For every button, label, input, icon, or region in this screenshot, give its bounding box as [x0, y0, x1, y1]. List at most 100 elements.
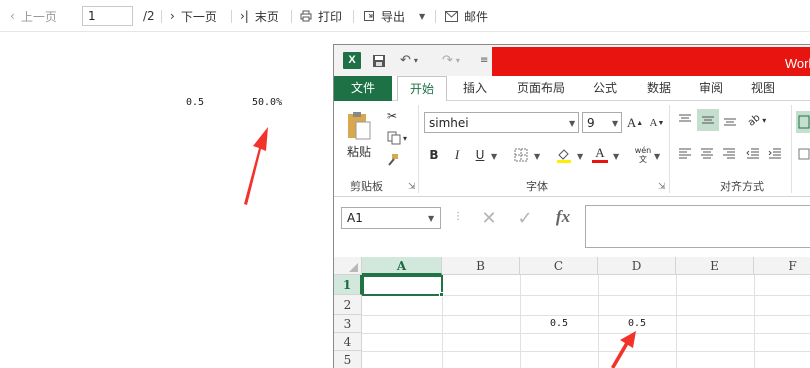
- dialog-launcher-icon[interactable]: ⇲: [658, 182, 666, 192]
- column-header-e[interactable]: E: [676, 257, 754, 275]
- decrease-indent-button[interactable]: [744, 145, 762, 163]
- grow-font-button[interactable]: A ▲: [626, 113, 644, 133]
- cell-d3[interactable]: 0.5: [598, 315, 676, 333]
- row-header-5[interactable]: 5: [334, 351, 362, 368]
- title-bar: X ↶ ▾ ↷ ▾ ≡ Work: [334, 45, 810, 76]
- cell-a1[interactable]: [362, 275, 443, 296]
- underline-button[interactable]: U: [471, 145, 489, 165]
- customize-qat-button[interactable]: ≡: [480, 45, 488, 76]
- chevron-down-icon[interactable]: ▼: [612, 119, 618, 128]
- wrap-text-button[interactable]: [796, 111, 810, 133]
- clipboard-group-label: 剪贴板: [350, 180, 383, 193]
- font-family-select[interactable]: [424, 112, 579, 133]
- paste-icon: [348, 111, 371, 139]
- insert-function-button[interactable]: fx: [550, 206, 576, 228]
- column-header-a[interactable]: A: [362, 257, 442, 275]
- paste-button[interactable]: 粘贴: [342, 107, 376, 163]
- decrease-indent-icon: [746, 148, 759, 159]
- chevron-down-icon[interactable]: ▼: [419, 12, 425, 21]
- report-cell-value: 0.5: [186, 97, 205, 108]
- align-right-icon: [723, 148, 735, 159]
- column-header-d[interactable]: D: [598, 257, 676, 275]
- italic-button[interactable]: I: [449, 145, 465, 165]
- top-align-button[interactable]: [676, 111, 694, 129]
- undo-icon: ↶: [400, 53, 411, 68]
- title-highlight: Work: [492, 47, 810, 76]
- last-page-icon: ›|: [240, 9, 249, 23]
- select-all-corner[interactable]: [334, 257, 362, 275]
- enter-formula-button[interactable]: ✓: [514, 207, 536, 229]
- next-page-button[interactable]: › 下一页: [170, 0, 217, 32]
- cut-button[interactable]: ✂: [383, 107, 401, 125]
- cancel-formula-button[interactable]: ✕: [478, 207, 500, 229]
- print-button[interactable]: 打印: [300, 0, 342, 32]
- undo-button[interactable]: ↶ ▾: [400, 45, 418, 76]
- prev-page-button[interactable]: ‹ 上一页: [10, 0, 57, 32]
- window-title: Work: [784, 56, 810, 71]
- dialog-launcher-icon[interactable]: ⇲: [408, 182, 416, 192]
- tab-insert[interactable]: 插入: [452, 76, 498, 101]
- align-center-button[interactable]: [698, 145, 716, 163]
- chevron-down-icon[interactable]: ▼: [534, 152, 540, 161]
- middle-align-icon: [702, 116, 714, 124]
- shrink-font-button[interactable]: A ▼: [648, 113, 666, 133]
- column-header-f[interactable]: F: [754, 257, 810, 275]
- row-header-2[interactable]: 2: [334, 295, 362, 315]
- chevron-left-icon: ‹: [10, 9, 15, 23]
- save-button[interactable]: [372, 45, 386, 76]
- toolbar-divider: [291, 10, 292, 23]
- tab-page-layout[interactable]: 页面布局: [506, 76, 576, 101]
- tab-formulas[interactable]: 公式: [582, 76, 628, 101]
- column-header-c[interactable]: C: [520, 257, 598, 275]
- group-divider: [418, 105, 419, 193]
- row-header-4[interactable]: 4: [334, 333, 362, 351]
- worksheet-grid: A B C D E F 1 2 3 4 5 0.5 0.5: [334, 257, 810, 368]
- chevron-down-icon[interactable]: ▼: [428, 214, 434, 223]
- tab-file[interactable]: 文件: [334, 76, 392, 101]
- chevron-down-icon[interactable]: ▼: [491, 152, 497, 161]
- chevron-down-icon[interactable]: ▼: [613, 152, 619, 161]
- column-header-b[interactable]: B: [442, 257, 520, 275]
- chevron-down-icon[interactable]: ▼: [654, 152, 660, 161]
- page-number-input[interactable]: [82, 6, 133, 26]
- toolbar-divider: [353, 10, 354, 23]
- formula-input[interactable]: [585, 205, 810, 248]
- align-left-button[interactable]: [676, 145, 694, 163]
- chevron-down-icon[interactable]: ▼: [569, 119, 575, 128]
- font-color-button[interactable]: A: [590, 143, 610, 165]
- phonetic-guide-button[interactable]: wén 文: [630, 143, 656, 167]
- fill-color-button[interactable]: [554, 145, 574, 165]
- customize-icon: ≡: [480, 55, 489, 66]
- group-divider: [791, 105, 792, 193]
- last-page-button[interactable]: ›| 末页: [240, 0, 279, 32]
- row-header-1[interactable]: 1: [334, 275, 362, 295]
- borders-button[interactable]: [512, 145, 530, 165]
- font-group-label: 字体: [526, 180, 548, 193]
- ribbon-tabs: 文件 开始 插入 页面布局 公式 数据 审阅 视图: [334, 76, 810, 102]
- tab-home[interactable]: 开始: [397, 76, 447, 102]
- increase-indent-button[interactable]: [766, 145, 784, 163]
- middle-align-button[interactable]: [697, 109, 719, 131]
- row-header-3[interactable]: 3: [334, 315, 362, 333]
- bold-button[interactable]: B: [426, 145, 442, 165]
- merge-button[interactable]: [796, 145, 810, 163]
- mail-button[interactable]: 邮件: [445, 0, 488, 32]
- align-right-button[interactable]: [720, 145, 738, 163]
- chevron-down-icon[interactable]: ▼: [577, 152, 583, 161]
- fill-handle[interactable]: [439, 292, 444, 297]
- bottom-align-button[interactable]: [721, 111, 739, 129]
- merge-icon: [798, 148, 809, 160]
- borders-icon: [514, 148, 528, 162]
- export-button[interactable]: 导出 ▼: [363, 0, 425, 32]
- orientation-button[interactable]: ab ▾: [743, 111, 771, 129]
- redo-button[interactable]: ↷ ▾: [442, 45, 460, 76]
- format-painter-button[interactable]: [383, 151, 401, 169]
- copy-button[interactable]: ▾: [383, 129, 411, 147]
- tab-review[interactable]: 审阅: [688, 76, 734, 101]
- tab-data[interactable]: 数据: [636, 76, 682, 101]
- resize-handle-icon[interactable]: ⋮: [453, 211, 463, 222]
- tab-view[interactable]: 视图: [740, 76, 786, 101]
- name-box[interactable]: A1: [341, 207, 441, 229]
- cell-c3[interactable]: 0.5: [520, 315, 598, 333]
- gridline: [676, 275, 677, 368]
